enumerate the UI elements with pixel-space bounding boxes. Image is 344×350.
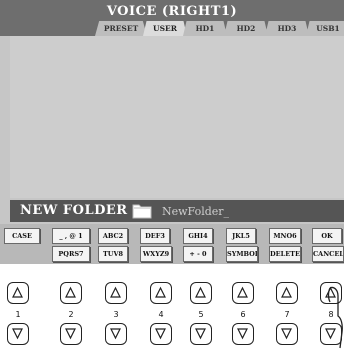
key-jkl5[interactable]: JKL5 [226, 228, 256, 244]
title-bar: VOICE (RIGHT1) PRESET USER HD1 HD2 HD3 U… [0, 0, 344, 36]
window-title: VOICE (RIGHT1) [106, 4, 238, 19]
triangle-down-icon [65, 328, 76, 340]
triangle-down-icon [12, 328, 23, 340]
hand-pointer-icon [327, 286, 343, 349]
tab-hd2[interactable]: HD2 [224, 21, 268, 36]
new-folder-label: NEW FOLDER [20, 203, 128, 218]
button-number-1: 1 [15, 310, 21, 319]
triangle-up-icon [65, 286, 76, 298]
key-tuv8[interactable]: TUV8 [98, 246, 128, 262]
up-button-5[interactable] [190, 282, 212, 304]
down-button-2[interactable] [60, 323, 82, 345]
key-abc2[interactable]: ABC2 [98, 228, 128, 244]
triangle-up-icon [12, 286, 23, 298]
folder-name-field[interactable]: NewFolder_ [162, 205, 229, 218]
button-number-7: 7 [284, 310, 290, 319]
down-button-4[interactable] [150, 323, 172, 345]
tab-hd1[interactable]: HD1 [183, 21, 227, 36]
triangle-up-icon [281, 286, 292, 298]
file-list-area [10, 36, 344, 198]
key-plus-minus-0[interactable]: + - 0 [183, 246, 213, 262]
triangle-down-icon [110, 328, 121, 340]
key-symbol[interactable]: SYMBOL [226, 246, 258, 262]
up-button-4[interactable] [150, 282, 172, 304]
triangle-down-icon [281, 328, 292, 340]
down-button-6[interactable] [232, 323, 254, 345]
button-number-3: 3 [113, 310, 119, 319]
triangle-up-icon [195, 286, 206, 298]
tab-usb1[interactable]: USB1 [306, 21, 344, 36]
new-folder-bar: NEW FOLDER NewFolder_ [10, 200, 344, 222]
keyboard-row-2: PQRS7 TUV8 WXYZ9 + - 0 SYMBOL DELETE CAN… [0, 244, 344, 264]
triangle-down-icon [195, 328, 206, 340]
down-button-7[interactable] [276, 323, 298, 345]
button-number-6: 6 [240, 310, 246, 319]
up-button-2[interactable] [60, 282, 82, 304]
up-button-7[interactable] [276, 282, 298, 304]
triangle-down-icon [237, 328, 248, 340]
tab-preset[interactable]: PRESET [95, 21, 147, 36]
key-def3[interactable]: DEF3 [140, 228, 170, 244]
key-delete[interactable]: DELETE [269, 246, 301, 262]
tab-user[interactable]: USER [143, 21, 187, 36]
lcd-screen: VOICE (RIGHT1) PRESET USER HD1 HD2 HD3 U… [0, 0, 344, 248]
button-number-2: 2 [68, 310, 74, 319]
key-ghi4[interactable]: GHI4 [183, 228, 213, 244]
triangle-up-icon [237, 286, 248, 298]
triangle-up-icon [110, 286, 121, 298]
key-ok[interactable]: OK [312, 228, 342, 244]
down-button-5[interactable] [190, 323, 212, 345]
key-pqrs7[interactable]: PQRS7 [52, 246, 90, 262]
key-symbols-1[interactable]: _ , @ 1 [52, 228, 90, 244]
button-number-5: 5 [198, 310, 204, 319]
key-mno6[interactable]: MNO6 [269, 228, 301, 244]
up-button-6[interactable] [232, 282, 254, 304]
down-button-1[interactable] [7, 323, 29, 345]
key-cancel[interactable]: CANCEL [312, 246, 344, 262]
up-button-1[interactable] [7, 282, 29, 304]
down-button-3[interactable] [105, 323, 127, 345]
key-case[interactable]: CASE [4, 228, 40, 244]
tab-hd3[interactable]: HD3 [265, 21, 309, 36]
button-number-4: 4 [158, 310, 164, 319]
triangle-down-icon [155, 328, 166, 340]
triangle-up-icon [155, 286, 166, 298]
key-wxyz9[interactable]: WXYZ9 [140, 246, 172, 262]
folder-icon [132, 204, 152, 219]
up-button-3[interactable] [105, 282, 127, 304]
